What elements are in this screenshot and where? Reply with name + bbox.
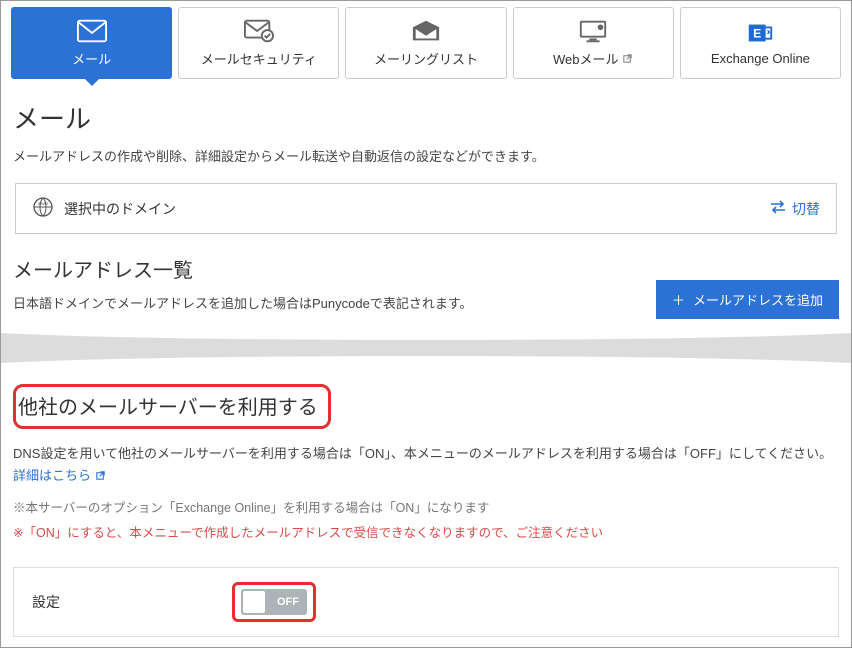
section-title: 他社のメールサーバーを利用する	[13, 384, 331, 429]
domain-selector-bar: www 選択中のドメイン 切替	[15, 183, 837, 234]
svg-text:www: www	[38, 201, 48, 206]
tab-mailing-list[interactable]: メーリングリスト	[345, 7, 506, 79]
tab-mail-security[interactable]: メールセキュリティ	[178, 7, 339, 79]
page-description: メールアドレスの作成や削除、詳細設定からメール転送や自動返信の設定などができます…	[1, 146, 851, 183]
details-link[interactable]: 詳細はこちら	[13, 468, 106, 483]
tab-exchange-online[interactable]: E Exchange Online	[680, 7, 841, 79]
note-warning: ※「ON」にすると、本メニューで作成したメールアドレスで受信できなくなりますので…	[13, 522, 839, 541]
tab-webmail[interactable]: Webメール	[513, 7, 674, 79]
section-separator	[1, 330, 851, 366]
tab-mail[interactable]: メール	[11, 7, 172, 79]
address-list-title: メールアドレス一覧	[13, 254, 193, 283]
tab-label: Exchange Online	[711, 51, 810, 66]
globe-icon: www	[32, 196, 54, 221]
mail-open-icon	[411, 19, 441, 43]
tab-label: Webメール	[553, 49, 634, 68]
mail-icon	[77, 19, 107, 43]
external-link-icon	[95, 470, 106, 481]
tab-label: メールセキュリティ	[201, 49, 317, 68]
setting-label: 設定	[32, 592, 232, 612]
address-list-header: メールアドレス一覧 ＋ メールアドレスを追加	[1, 254, 851, 291]
note-exchange: ※本サーバーのオプション「Exchange Online」を利用する場合は「ON…	[13, 497, 839, 516]
domain-switch-button[interactable]: 切替	[770, 199, 820, 219]
exchange-icon: E	[745, 21, 775, 45]
swap-icon	[770, 200, 786, 217]
plus-icon: ＋	[672, 290, 685, 309]
external-link-icon	[622, 53, 633, 64]
toggle-highlight: OFF	[232, 582, 316, 622]
tabs-bar: メール メールセキュリティ メーリングリスト Webメール E	[1, 1, 851, 79]
add-mail-address-button[interactable]: ＋ メールアドレスを追加	[656, 280, 839, 319]
toggle-value: OFF	[277, 596, 299, 608]
monitor-icon	[578, 19, 608, 43]
toggle-knob	[243, 591, 265, 613]
tab-label: メール	[72, 49, 111, 68]
domain-label: www 選択中のドメイン	[32, 196, 176, 221]
tab-label: メーリングリスト	[374, 49, 478, 68]
page-title: メール	[1, 79, 851, 146]
section-text: DNS設定を用いて他社のメールサーバーを利用する場合は「ON」、本メニューのメー…	[13, 443, 839, 487]
mail-shield-icon	[244, 19, 274, 43]
other-server-toggle[interactable]: OFF	[241, 589, 307, 615]
svg-text:E: E	[754, 26, 762, 40]
other-mail-server-section: 他社のメールサーバーを利用する DNS設定を用いて他社のメールサーバーを利用する…	[1, 366, 851, 549]
setting-row: 設定 OFF	[13, 567, 839, 637]
